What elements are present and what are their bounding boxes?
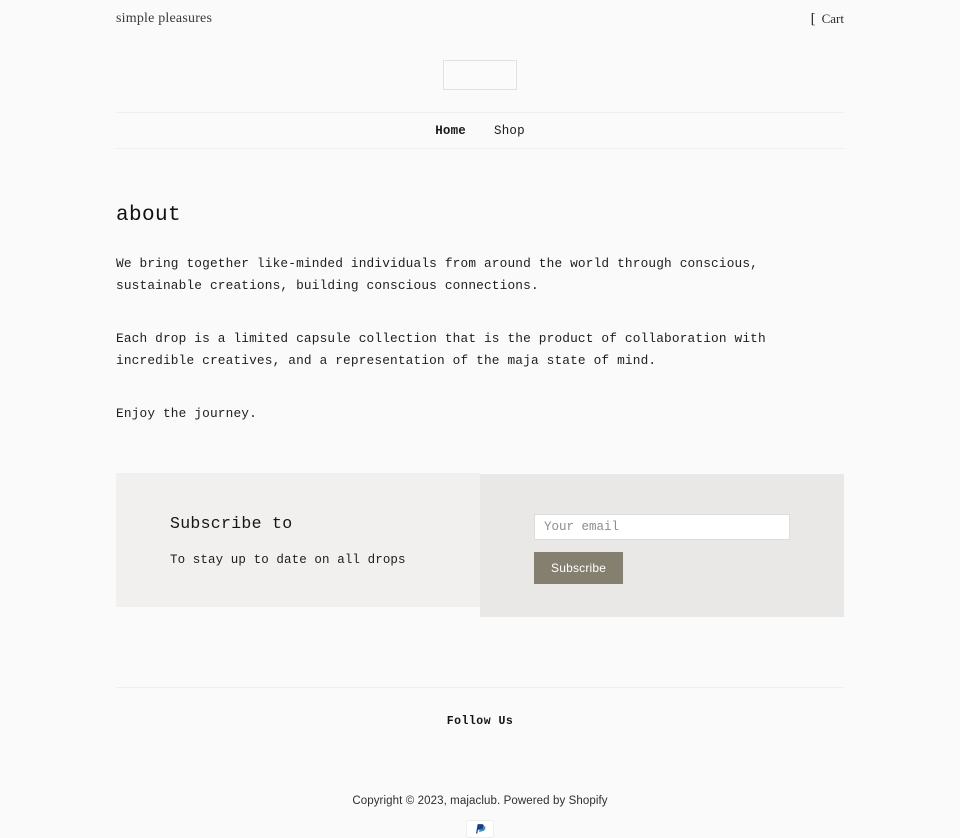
- page-title: about: [116, 204, 182, 227]
- newsletter-text-panel: Subscribe to To stay up to date on all d…: [116, 472, 480, 607]
- newsletter-form-panel: Subscribe: [480, 473, 844, 617]
- page-root: simple pleasures [ Cart Home Shop about …: [0, 0, 960, 838]
- site-logo[interactable]: [443, 60, 517, 90]
- cart-icon: [: [810, 11, 816, 27]
- paypal-icon: [466, 819, 494, 838]
- brand-tagline: simple pleasures: [116, 11, 213, 26]
- follow-us-heading: Follow Us: [446, 714, 514, 728]
- site-logo-area: [0, 38, 960, 112]
- newsletter-section: Subscribe to To stay up to date on all d…: [116, 472, 844, 623]
- nav-item-home[interactable]: Home: [435, 124, 466, 138]
- about-paragraph-1: We bring together like-minded individual…: [116, 256, 759, 293]
- newsletter-title: Subscribe to: [170, 513, 293, 533]
- nav-item-shop[interactable]: Shop: [494, 124, 525, 138]
- site-footer: Follow Us Copyright © 2023, majaclub. Po…: [116, 686, 844, 838]
- primary-navigation: Home Shop: [116, 112, 844, 149]
- newsletter-subtitle: To stay up to date on all drops: [170, 552, 406, 567]
- cart-label: Cart: [821, 11, 844, 26]
- about-body: We bring together like-minded individual…: [116, 253, 844, 425]
- top-utility-bar: simple pleasures [ Cart: [0, 0, 960, 38]
- newsletter-email-input[interactable]: [534, 513, 790, 540]
- about-paragraph-3: Enjoy the journey.: [116, 406, 257, 421]
- newsletter-subscribe-button[interactable]: Subscribe: [534, 551, 624, 584]
- about-paragraph-2: Each drop is a limited capsule collectio…: [116, 331, 766, 368]
- cart-link[interactable]: [ Cart: [811, 10, 844, 28]
- main-content: about We bring together like-minded indi…: [0, 149, 960, 623]
- copyright-text: Copyright © 2023, majaclub. Powered by S…: [352, 794, 608, 807]
- payment-methods: [116, 809, 844, 838]
